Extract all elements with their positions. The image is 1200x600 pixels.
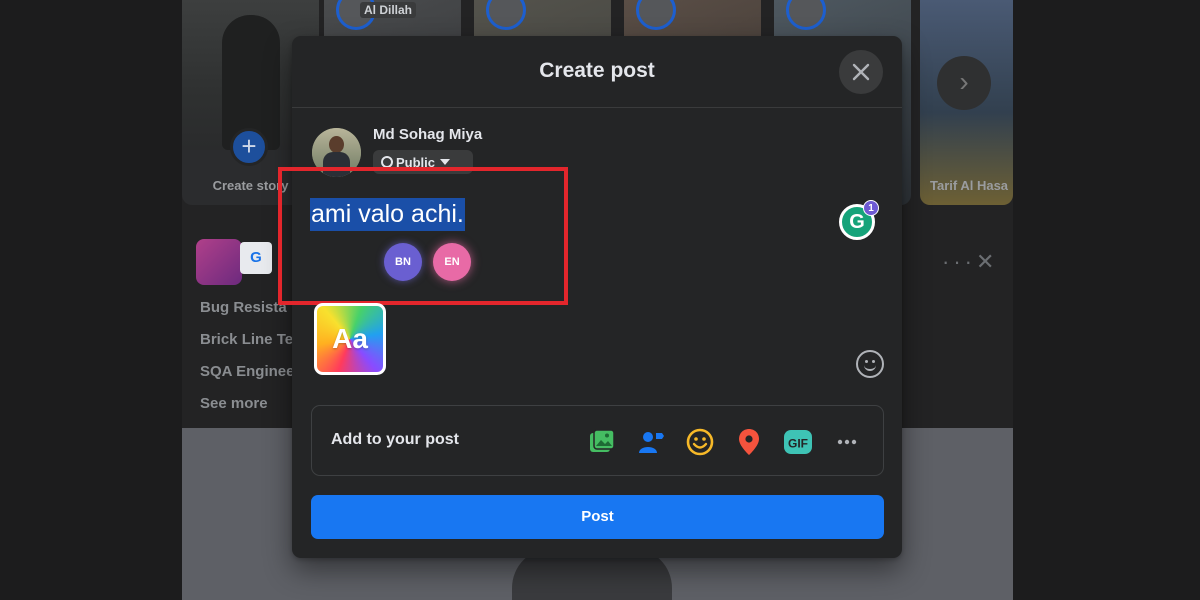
story-card[interactable]: › Tarif Al Hasa (920, 0, 1013, 205)
group-logo (196, 239, 242, 285)
google-translate-icon[interactable]: G (240, 242, 272, 274)
plus-icon[interactable]: + (230, 128, 268, 166)
close-button[interactable] (839, 50, 883, 94)
add-to-post-label: Add to your post (331, 431, 459, 448)
tag-people-icon[interactable] (635, 426, 667, 458)
background-picker-button[interactable]: Aa (314, 303, 386, 375)
post-button[interactable]: Post (311, 495, 884, 539)
photo-video-icon[interactable] (586, 426, 618, 458)
group-list: Bug Resista Brick Line Te SQA Enginee Se… (200, 299, 294, 427)
dialog-title: Create post (539, 59, 655, 82)
add-to-post-bar: Add to your post GIF (311, 405, 884, 476)
caret-down-icon (440, 159, 451, 165)
check-in-icon[interactable] (733, 426, 765, 458)
grammarly-icon[interactable]: G 1 (839, 200, 879, 240)
feeling-icon[interactable] (684, 426, 716, 458)
list-item[interactable]: Brick Line Te (200, 331, 294, 348)
avatar (786, 0, 826, 30)
dialog-header: Create post (292, 36, 902, 108)
story-tag: Al Dillah (360, 2, 417, 18)
author-name: Md Sohag Miya (373, 126, 483, 143)
more-close-icon[interactable]: ···✕ (942, 249, 998, 275)
more-icon[interactable] (831, 426, 863, 458)
avatar (486, 0, 526, 30)
gif-icon[interactable]: GIF (782, 426, 814, 458)
svg-text:GIF: GIF (788, 437, 808, 451)
emoji-icon[interactable] (856, 350, 884, 378)
create-post-dialog: Create post Md Sohag Miya Public ami val… (278, 36, 902, 558)
annotation-highlight-box (278, 167, 568, 305)
chevron-right-icon[interactable]: › (937, 56, 991, 110)
notification-badge: 1 (863, 200, 879, 216)
close-icon (852, 63, 870, 81)
avatar (636, 0, 676, 30)
list-item[interactable]: SQA Enginee (200, 363, 294, 380)
story-name: Tarif Al Hasa (930, 178, 1009, 193)
see-more-link[interactable]: See more (200, 395, 294, 412)
